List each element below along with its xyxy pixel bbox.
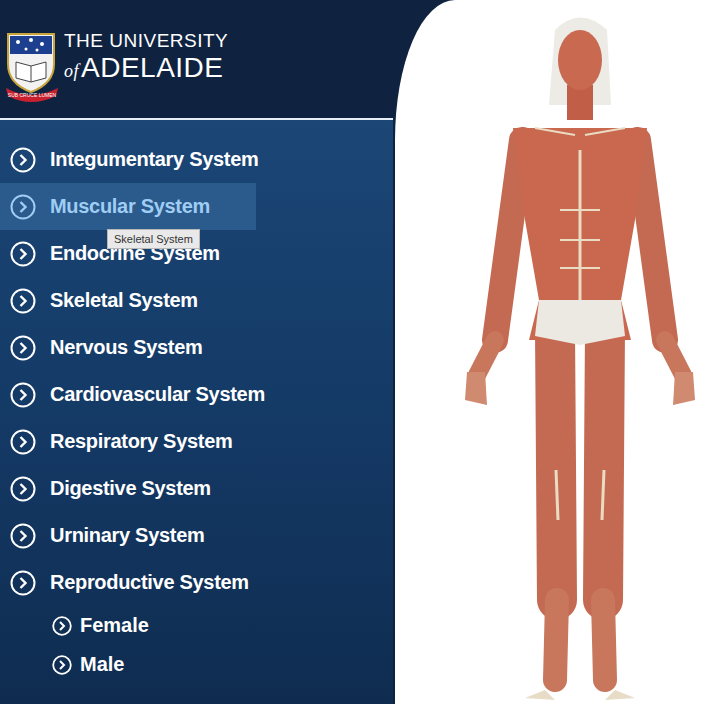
chevron-circle-icon <box>10 241 36 267</box>
chevron-circle-icon <box>10 523 36 549</box>
chevron-circle-icon <box>10 429 36 455</box>
chevron-circle-icon <box>10 476 36 502</box>
chevron-circle-icon <box>52 655 72 675</box>
header: SUB CRUCE LUMEN THE UNIVERSITY ofADELAID… <box>0 0 393 120</box>
submenu-item[interactable]: Female <box>0 606 393 645</box>
chevron-circle-icon <box>10 335 36 361</box>
svg-text:SUB CRUCE LUMEN: SUB CRUCE LUMEN <box>8 92 57 98</box>
submenu-item[interactable]: Male <box>0 645 393 684</box>
menu-item[interactable]: Reproductive System <box>0 559 256 606</box>
muscular-body-figure[interactable] <box>395 0 704 704</box>
menu-item[interactable]: Digestive System <box>0 465 256 512</box>
chevron-circle-icon <box>52 616 72 636</box>
chevron-circle-icon <box>10 382 36 408</box>
chevron-circle-icon <box>10 147 36 173</box>
system-menu: Integumentary System Muscular System End… <box>0 120 393 704</box>
app-window: SUB CRUCE LUMEN THE UNIVERSITY ofADELAID… <box>0 0 704 704</box>
menu-item[interactable]: Skeletal System <box>0 277 256 324</box>
menu-item[interactable]: Integumentary System <box>0 136 256 183</box>
chevron-circle-icon <box>10 570 36 596</box>
figure-panel <box>395 0 704 704</box>
menu-item[interactable]: Nervous System <box>0 324 256 371</box>
chevron-circle-icon <box>10 288 36 314</box>
university-logo[interactable]: SUB CRUCE LUMEN THE UNIVERSITY ofADELAID… <box>4 30 393 102</box>
chevron-circle-icon <box>10 194 36 220</box>
menu-item[interactable]: Respiratory System <box>0 418 256 465</box>
menu-item[interactable]: Muscular System <box>0 183 256 230</box>
logo-line1: THE UNIVERSITY <box>64 30 228 52</box>
logo-line2: ofADELAIDE <box>64 52 228 87</box>
menu-item[interactable]: Cardiovascular System <box>0 371 256 418</box>
crest-icon: SUB CRUCE LUMEN <box>4 30 60 102</box>
menu-item[interactable]: Urninary System <box>0 512 256 559</box>
tooltip: Skeletal System <box>107 229 200 249</box>
